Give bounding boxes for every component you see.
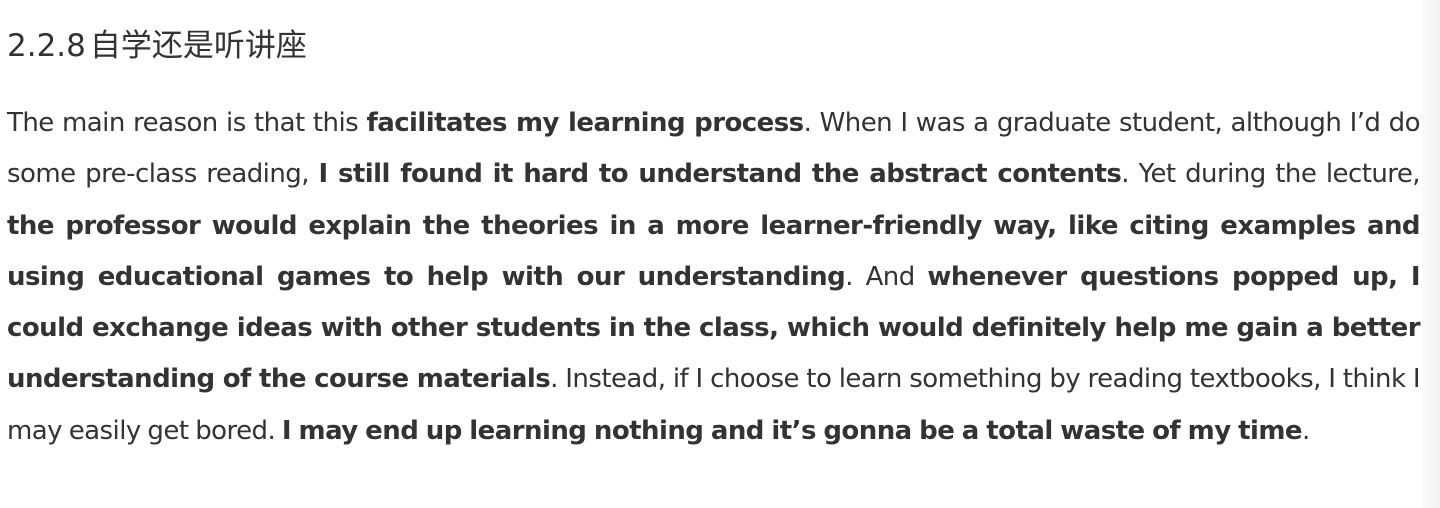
text-run: . Yet during the lecture,: [1121, 159, 1420, 190]
text-run: . And: [845, 261, 928, 292]
text-run: .: [1301, 415, 1310, 446]
bold-text-run: I may end up learning nothing and it’s g…: [281, 415, 1303, 446]
document-page: 2.2.8 自学还是听讲座 The main reason is that thi…: [0, 0, 1440, 508]
bold-text-run: facilitates my learning process: [366, 108, 804, 138]
section-title: 自学还是听讲座: [89, 28, 307, 64]
text-run: The main reason is that this: [7, 108, 367, 138]
section-heading: 2.2.8 自学还是听讲座: [7, 0, 1420, 76]
section-number: 2.2.8: [7, 28, 86, 64]
article-content: 2.2.8 自学还是听讲座 The main reason is that thi…: [7, 0, 1421, 457]
body-paragraph: The main reason is that this facilitates…: [7, 98, 1421, 457]
bold-text-run: I still found it hard to understand the …: [318, 159, 1122, 190]
scrollbar-track[interactable]: [1422, 0, 1440, 508]
